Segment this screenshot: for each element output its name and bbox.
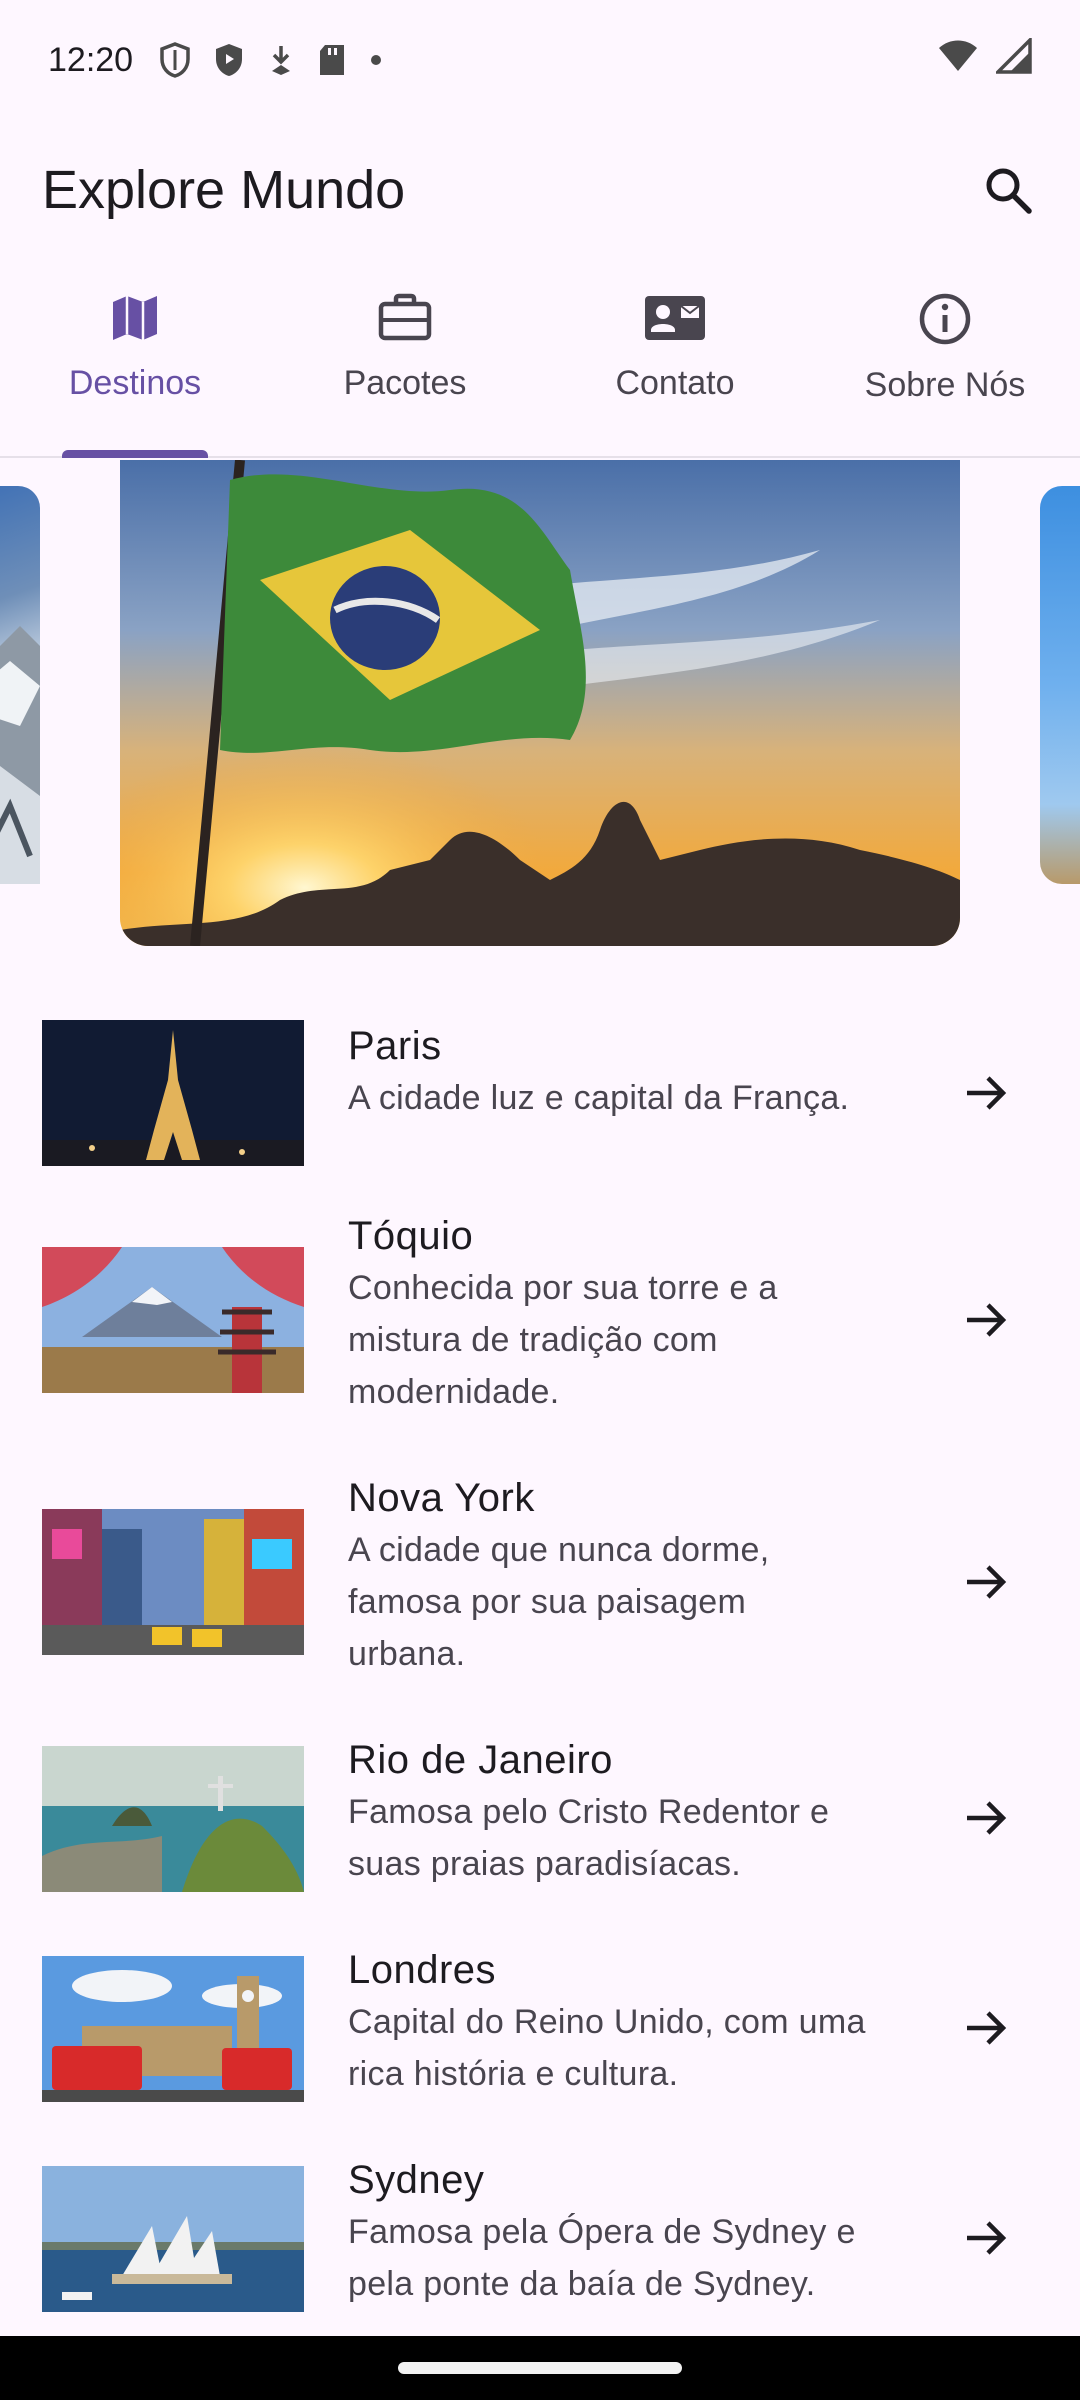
- list-item-paris[interactable]: Paris A cidade luz e capital da França.: [0, 1000, 1080, 1190]
- open-destination-button[interactable]: [950, 1284, 1022, 1356]
- list-item-rio-de-janeiro[interactable]: Rio de Janeiro Famosa pelo Cristo Redent…: [0, 1734, 1080, 1934]
- shield-outline-icon: [160, 42, 190, 78]
- description-line: A cidade que nunca dorme,: [348, 1531, 770, 1569]
- description-line: suas praias paradisíacas.: [348, 1845, 742, 1883]
- open-destination-button[interactable]: [950, 1782, 1022, 1854]
- mountain-snow-image: [0, 626, 40, 884]
- status-left-icons: [159, 42, 383, 78]
- arrow-right-icon: [967, 1303, 1007, 1337]
- paris-thumbnail: [42, 1020, 304, 1166]
- description-line: mistura de tradição com: [348, 1321, 718, 1359]
- londres-thumbnail: [42, 1956, 304, 2102]
- description-line: Conhecida por sua torre e a: [348, 1269, 778, 1307]
- list-item-text: Sydney Famosa pela Ópera de Sydney e pel…: [348, 2154, 918, 2310]
- tab-label: Destinos: [68, 364, 202, 402]
- destination-title: Rio de Janeiro: [348, 1738, 613, 1782]
- description-line: famosa por sua paisagem: [348, 1583, 747, 1621]
- contact-card-icon: [645, 296, 705, 340]
- destination-description: Famosa pelo Cristo Redentor e suas praia…: [348, 1786, 918, 1890]
- dot-icon: [371, 55, 382, 65]
- info-icon: [919, 293, 971, 345]
- open-destination-button[interactable]: [950, 1992, 1022, 2064]
- list-item-nova-york[interactable]: Nova York A cidade que nunca dorme, famo…: [0, 1472, 1080, 1722]
- description-line: rica história e cultura.: [348, 2055, 679, 2093]
- destination-description: Famosa pela Ópera de Sydney e pela ponte…: [348, 2206, 918, 2310]
- tab-bar: Destinos Pacotes Contato Sobre Nós: [0, 260, 1080, 458]
- arrow-right-icon: [967, 2221, 1007, 2255]
- open-destination-button[interactable]: [950, 1546, 1022, 1618]
- open-destination-button[interactable]: [950, 2202, 1022, 2274]
- system-navigation-bar: [0, 2336, 1080, 2400]
- arrow-right-icon: [967, 1801, 1007, 1835]
- app-bar: Explore Mundo: [0, 120, 1080, 260]
- brazil-flag-sunset-image: [120, 460, 960, 946]
- tab-sobre-nos[interactable]: Sobre Nós: [810, 260, 1080, 456]
- list-item-text: Nova York A cidade que nunca dorme, famo…: [348, 1472, 918, 1680]
- search-button[interactable]: [972, 154, 1044, 226]
- carousel-main-image[interactable]: [120, 460, 960, 946]
- destination-description: Conhecida por sua torre e a mistura de t…: [348, 1262, 918, 1418]
- tab-label: Contato: [615, 364, 735, 402]
- status-right-icons: [938, 38, 1032, 74]
- destination-title: Paris: [348, 1024, 442, 1068]
- destination-title: Nova York: [348, 1476, 535, 1520]
- tab-active-indicator: [62, 450, 208, 458]
- tab-contato[interactable]: Contato: [540, 260, 810, 456]
- rio-thumbnail: [42, 1746, 304, 1892]
- status-bar: 12:20: [0, 0, 1080, 120]
- tab-label: Sobre Nós: [864, 366, 1026, 404]
- map-icon: [113, 296, 157, 340]
- list-item-text: Rio de Janeiro Famosa pelo Cristo Redent…: [348, 1734, 918, 1890]
- tab-pacotes[interactable]: Pacotes: [270, 260, 540, 456]
- destination-description: A cidade luz e capital da França.: [348, 1072, 918, 1124]
- download-icon: [272, 46, 291, 75]
- list-item-sydney[interactable]: Sydney Famosa pela Ópera de Sydney e pel…: [0, 2154, 1080, 2344]
- arrow-right-icon: [967, 1076, 1007, 1110]
- arrow-right-icon: [967, 2011, 1007, 2045]
- sd-card-icon: [320, 45, 345, 75]
- list-item-toquio[interactable]: Tóquio Conhecida por sua torre e a mistu…: [0, 1210, 1080, 1460]
- briefcase-icon: [378, 293, 432, 341]
- carousel-next-image[interactable]: [1040, 486, 1080, 884]
- toquio-thumbnail: [42, 1247, 304, 1393]
- description-line: pela ponte da baía de Sydney.: [348, 2265, 816, 2303]
- description-line: Famosa pelo Cristo Redentor e: [348, 1793, 830, 1831]
- destination-description: Capital do Reino Unido, com uma rica his…: [348, 1996, 918, 2100]
- list-item-londres[interactable]: Londres Capital do Reino Unido, com uma …: [0, 1944, 1080, 2144]
- destination-description: A cidade que nunca dorme, famosa por sua…: [348, 1524, 918, 1680]
- home-gesture-handle[interactable]: [398, 2362, 682, 2374]
- arrow-right-icon: [967, 1565, 1007, 1599]
- search-icon: [986, 168, 1032, 214]
- description-line: urbana.: [348, 1635, 466, 1673]
- list-item-text: Tóquio Conhecida por sua torre e a mistu…: [348, 1210, 918, 1418]
- destination-title: Sydney: [348, 2158, 485, 2202]
- app-title: Explore Mundo: [42, 160, 406, 220]
- signal-icon: [996, 38, 1032, 74]
- carousel-prev-image[interactable]: [0, 486, 40, 884]
- list-item-text: Paris A cidade luz e capital da França.: [348, 1020, 918, 1124]
- destination-carousel[interactable]: [0, 460, 1080, 946]
- description-line: A cidade luz e capital da França.: [348, 1079, 850, 1117]
- wifi-icon: [939, 40, 977, 71]
- description-line: Capital do Reino Unido, com uma: [348, 2003, 866, 2041]
- status-time: 12:20: [48, 40, 134, 79]
- tab-label: Pacotes: [343, 364, 467, 402]
- description-line: Famosa pela Ópera de Sydney e: [348, 2213, 856, 2251]
- destination-title: Tóquio: [348, 1214, 474, 1258]
- nova-york-thumbnail: [42, 1509, 304, 1655]
- list-item-text: Londres Capital do Reino Unido, com uma …: [348, 1944, 918, 2100]
- description-line: modernidade.: [348, 1373, 560, 1411]
- shield-play-icon: [216, 44, 243, 76]
- tab-destinos[interactable]: Destinos: [0, 260, 270, 458]
- open-destination-button[interactable]: [950, 1057, 1022, 1129]
- destination-title: Londres: [348, 1948, 497, 1992]
- sydney-thumbnail: [42, 2166, 304, 2312]
